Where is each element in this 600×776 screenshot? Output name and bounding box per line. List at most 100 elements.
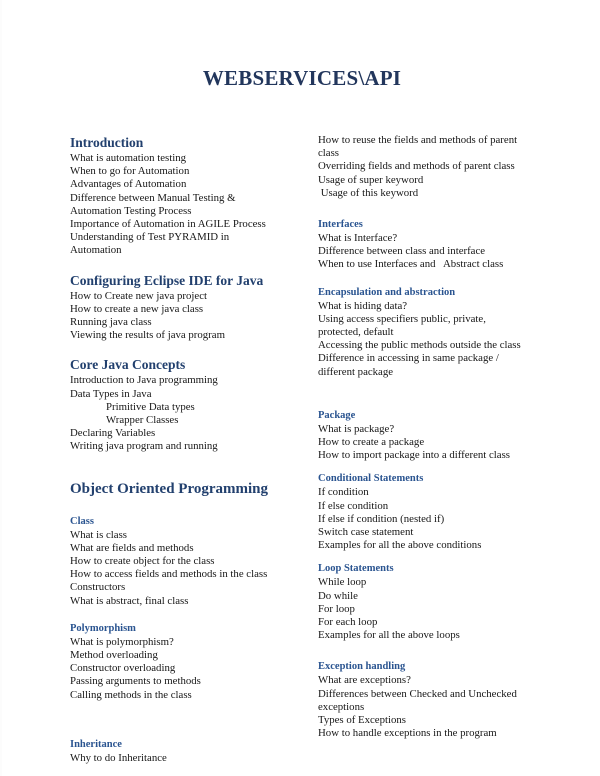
list-item: Writing java program and running bbox=[70, 440, 218, 453]
list-item: What is class bbox=[70, 528, 127, 541]
section-heading-introduction: Introduction bbox=[70, 135, 144, 150]
list-item: Introduction to Java programming bbox=[70, 374, 218, 387]
section-core-java-concepts: Core Java Concepts Introduction to Java p… bbox=[70, 356, 298, 453]
left-column: Introduction What is automation testing Wh… bbox=[70, 134, 298, 765]
topic-list: What is automation testing When to go for… bbox=[70, 152, 298, 258]
list-item: Constructor overloading bbox=[70, 662, 176, 675]
list-item: What is package? bbox=[318, 422, 395, 435]
section-heading-core-java-concepts: Core Java Concepts bbox=[70, 357, 186, 373]
list-item: Switch case statement bbox=[318, 526, 414, 539]
page-title: WEBSERVICES\API bbox=[202, 66, 402, 90]
section-heading-inheritance: Inheritance bbox=[70, 738, 122, 750]
section-heading-class: Class bbox=[70, 515, 94, 527]
list-item: Passing arguments to methods bbox=[70, 675, 201, 688]
section-object-oriented-programming: Object Oriented Programming bbox=[70, 480, 298, 499]
list-item: different package bbox=[318, 365, 394, 378]
list-item: Automation bbox=[70, 244, 122, 257]
list-item: protected, default bbox=[318, 326, 394, 339]
topic-list: If condition If else condition If else if … bbox=[318, 486, 538, 552]
list-item: What is polymorphism? bbox=[70, 635, 174, 648]
section-introduction: Introduction What is automation testing Wh… bbox=[70, 134, 298, 258]
section-continued: How to reuse the fields and methods of p… bbox=[318, 134, 538, 200]
section-heading-object-oriented-programming: Object Oriented Programming bbox=[70, 480, 269, 497]
list-item: If else if condition (nested if) bbox=[318, 512, 445, 525]
list-item: Overriding fields and methods of parent … bbox=[318, 160, 515, 173]
section-configuring-eclipse-ide-for-java: Configuring Eclipse IDE for Java How to C… bbox=[70, 272, 298, 343]
list-item: Usage of this keyword bbox=[318, 186, 419, 199]
section-heading-exception-handling: Exception handling bbox=[318, 661, 406, 673]
list-item: Types of Exceptions bbox=[318, 714, 406, 727]
list-item: While loop bbox=[318, 576, 367, 589]
section-heading-polymorphism: Polymorphism bbox=[70, 622, 136, 634]
document-page: WEBSERVICES\API Introduction What is auto… bbox=[0, 0, 600, 776]
topic-list: What is package? How to create a package H… bbox=[318, 423, 538, 463]
list-item: What is automation testing bbox=[70, 152, 187, 164]
list-item: Running java class bbox=[70, 316, 152, 329]
list-item: Differences between Checked and Unchecke… bbox=[318, 687, 517, 700]
list-item: Wrapper Classes bbox=[106, 414, 179, 427]
list-item: How to import package into a different c… bbox=[318, 449, 510, 462]
section-heading-conditional-statements: Conditional Statements bbox=[318, 473, 424, 485]
list-item: Constructors bbox=[70, 581, 126, 594]
section-package: Package What is package? How to create a p… bbox=[318, 409, 538, 463]
list-item: How to create a new java class bbox=[70, 302, 204, 315]
topic-list: What is polymorphism? Method overloading C… bbox=[70, 636, 298, 702]
list-item: class bbox=[318, 147, 339, 160]
list-item: Automation Testing Process bbox=[70, 204, 192, 217]
list-item: When to go for Automation bbox=[70, 165, 190, 178]
list-item: How to Create new java project bbox=[70, 289, 208, 302]
list-item: Examples for all the above loops bbox=[318, 629, 460, 642]
list-item: exceptions bbox=[318, 700, 365, 713]
list-item: Examples for all the above conditions bbox=[318, 539, 482, 552]
list-item: Difference between class and interface bbox=[318, 245, 486, 258]
list-item: Why to do Inheritance bbox=[70, 751, 167, 764]
list-item: If else condition bbox=[318, 499, 389, 512]
topic-list: While loop Do while For loop For each loop E… bbox=[318, 576, 538, 642]
section-heading-encapsulation-and-abstraction: Encapsulation and abstraction bbox=[318, 286, 456, 298]
topic-list: What is hiding data? Using access specifi… bbox=[318, 300, 538, 379]
list-item: Do while bbox=[318, 589, 358, 602]
list-item: When to use Interfaces and Abstract clas… bbox=[318, 258, 504, 271]
list-item: Using access specifiers public, private, bbox=[318, 312, 486, 325]
list-item: What are exceptions? bbox=[318, 674, 411, 687]
list-item: How to create a package bbox=[318, 436, 425, 449]
topic-list: What are exceptions? Differences between … bbox=[318, 674, 538, 740]
list-item: How to reuse the fields and methods of p… bbox=[318, 134, 518, 146]
topic-list: Introduction to Java programming Data Typ… bbox=[70, 374, 298, 453]
right-column: How to reuse the fields and methods of p… bbox=[318, 134, 538, 741]
list-item: Viewing the results of java program bbox=[70, 329, 225, 342]
list-item: Method overloading bbox=[70, 649, 158, 662]
list-item: How to create object for the class bbox=[70, 555, 215, 568]
list-item: Usage of super keyword bbox=[318, 173, 424, 186]
list-item: What is Interface? bbox=[318, 232, 398, 245]
list-item: For loop bbox=[318, 602, 355, 615]
section-class: Class What is class What are fields and me… bbox=[70, 515, 298, 608]
section-heading-interfaces: Interfaces bbox=[318, 219, 363, 231]
section-loop-statements: Loop Statements While loop Do while For loo… bbox=[318, 562, 538, 642]
section-interfaces: Interfaces What is Interface? Difference b… bbox=[318, 218, 538, 272]
list-item: What is abstract, final class bbox=[70, 594, 189, 607]
list-item: How to access fields and methods in the … bbox=[70, 568, 268, 581]
topic-list: How to reuse the fields and methods of p… bbox=[318, 134, 538, 200]
list-item: Primitive Data types bbox=[106, 400, 195, 413]
list-item: Advantages of Automation bbox=[70, 178, 187, 191]
list-item: If condition bbox=[318, 486, 369, 499]
list-item: Understanding of Test PYRAMID in bbox=[70, 231, 230, 244]
topic-list: What is class What are fields and methods… bbox=[70, 529, 298, 608]
topic-list: Why to do Inheritance bbox=[70, 752, 298, 765]
section-polymorphism: Polymorphism What is polymorphism? Method … bbox=[70, 622, 298, 702]
list-item: Difference between Manual Testing & bbox=[70, 191, 236, 204]
topic-list: How to Create new java project How to cre… bbox=[70, 290, 298, 343]
list-item: Importance of Automation in AGILE Proces… bbox=[70, 218, 266, 231]
